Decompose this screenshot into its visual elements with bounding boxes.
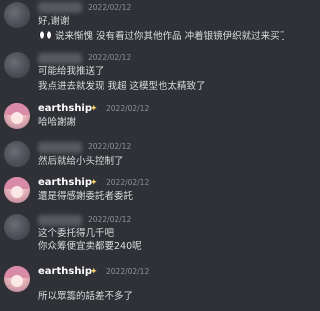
avatar[interactable] [4, 2, 30, 28]
avatar[interactable] [4, 52, 30, 78]
message-text: 好,谢谢 [38, 16, 70, 27]
message-text: 然后就给小头控制了 [38, 156, 124, 167]
avatar[interactable] [4, 103, 30, 129]
username-blurred[interactable] [38, 53, 82, 64]
message-timestamp: 2022/02/12 [88, 53, 132, 62]
username[interactable]: earthship [38, 103, 92, 115]
username-blurred[interactable] [38, 215, 82, 226]
avatar[interactable] [4, 141, 30, 167]
message-text: 所以眾籌的話差不多了 [38, 291, 134, 302]
chat-view: 2022/02/12 好,谢谢 说来惭愧 没有看过你其他作品 冲着银镜伊织就过来… [0, 0, 284, 311]
message-text: 这个委托得几千吧 [38, 228, 115, 239]
message-text: 你众筹便宜卖都要240呢 [38, 241, 142, 252]
message-timestamp: 2022/02/12 [106, 178, 150, 187]
username[interactable]: earthship [38, 266, 92, 278]
message-text: 我点进去就发现 我超 这模型也太精致了 [38, 81, 206, 92]
message-timestamp: 2022/02/12 [88, 3, 132, 12]
avatar[interactable] [4, 177, 30, 203]
username-blurred[interactable] [38, 142, 82, 153]
message-timestamp: 2022/02/12 [88, 142, 132, 151]
message-text: 哈哈謝謝 [38, 117, 77, 128]
username[interactable]: earthship [38, 177, 92, 189]
message-text: 可能给我推送了 [38, 66, 105, 77]
sparkle-icon: ✦ [90, 104, 98, 114]
username-blurred[interactable] [38, 2, 82, 13]
message-timestamp: 2022/02/12 [106, 267, 150, 276]
message-text: 说来惭愧 没有看过你其他作品 冲着银镜伊织就过来买了( [55, 31, 284, 42]
message-timestamp: 2022/02/12 [88, 215, 132, 224]
message-text: 還是得感謝委託者委託 [38, 191, 134, 202]
sparkle-icon: ✦ [90, 178, 98, 188]
avatar[interactable] [4, 266, 30, 292]
message-text-line: 说来惭愧 没有看过你其他作品 冲着银镜伊织就过来买了( [38, 30, 284, 43]
avatar[interactable] [4, 214, 30, 240]
sparkle-icon: ✦ [90, 267, 98, 277]
eyes-emoji-icon [38, 31, 52, 40]
message-timestamp: 2022/02/12 [106, 104, 150, 113]
